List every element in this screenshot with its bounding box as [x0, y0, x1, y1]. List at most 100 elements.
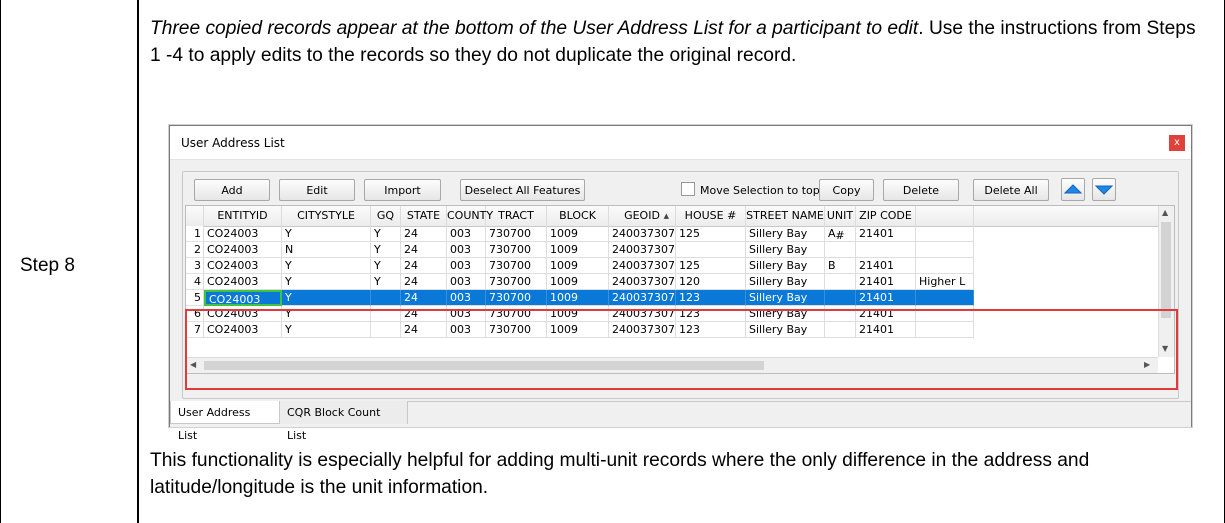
delete-button[interactable]: Delete — [883, 179, 959, 201]
table-cell[interactable]: 21401 — [856, 274, 916, 290]
column-header[interactable]: TRACT — [486, 206, 547, 226]
table-cell[interactable] — [676, 242, 746, 258]
table-cell[interactable]: 125 — [676, 226, 746, 242]
table-cell[interactable]: 730700 — [486, 258, 547, 274]
row-number[interactable]: 1 — [186, 226, 204, 242]
table-cell[interactable]: 730700 — [486, 242, 547, 258]
table-cell[interactable]: Y — [282, 290, 371, 306]
table-cell[interactable]: 24 — [401, 226, 447, 242]
move-down-button[interactable] — [1092, 178, 1116, 201]
row-number[interactable]: 3 — [186, 258, 204, 274]
table-cell[interactable]: CO24003 — [204, 290, 282, 306]
table-cell[interactable]: 240037307001009 — [609, 258, 676, 274]
table-cell[interactable]: 125 — [676, 258, 746, 274]
table-cell[interactable]: 003 — [447, 258, 486, 274]
table-cell[interactable]: 003 — [447, 290, 486, 306]
table-cell[interactable]: 730700 — [486, 274, 547, 290]
table-cell[interactable]: Higher L — [916, 274, 974, 290]
add-button[interactable]: Add — [194, 179, 270, 201]
table-cell[interactable]: 240037307001009 — [609, 274, 676, 290]
table-cell[interactable]: 123 — [676, 290, 746, 306]
column-header[interactable]: UNIT # — [825, 206, 856, 242]
table-cell[interactable] — [916, 242, 974, 258]
table-cell[interactable]: 1009 — [547, 226, 609, 242]
row-number[interactable]: 5 — [186, 290, 204, 306]
table-cell[interactable] — [916, 258, 974, 274]
table-cell[interactable]: 1009 — [547, 290, 609, 306]
column-header[interactable]: STREET NAME — [746, 206, 825, 226]
table-cell[interactable]: Sillery Bay — [746, 242, 825, 258]
column-header[interactable]: GEOID ▲ — [609, 206, 676, 226]
table-cell[interactable]: A — [825, 226, 856, 242]
table-cell[interactable]: Sillery Bay — [746, 274, 825, 290]
table-cell[interactable]: 1009 — [547, 242, 609, 258]
table-cell[interactable]: 24 — [401, 242, 447, 258]
table-cell[interactable]: 730700 — [486, 290, 547, 306]
scroll-up-icon[interactable]: ▲ — [1162, 208, 1168, 217]
table-cell[interactable]: 21401 — [856, 258, 916, 274]
column-header[interactable]: BLOCK — [547, 206, 609, 226]
table-cell[interactable]: 1009 — [547, 258, 609, 274]
table-cell[interactable]: Y — [282, 274, 371, 290]
table-cell[interactable]: 1009 — [547, 274, 609, 290]
edit-button[interactable]: Edit — [279, 179, 355, 201]
table-cell[interactable]: Y — [371, 258, 401, 274]
table-row[interactable]: 1CO24003YY240037307001009240037307001009… — [186, 226, 1158, 242]
table-cell[interactable]: 24 — [401, 274, 447, 290]
table-cell[interactable]: 240037307001009 — [609, 290, 676, 306]
table-cell[interactable]: CO24003 — [204, 274, 282, 290]
table-cell[interactable]: Y — [371, 226, 401, 242]
table-row[interactable]: 3CO24003YY240037307001009240037307001009… — [186, 258, 1158, 274]
table-cell[interactable]: 003 — [447, 226, 486, 242]
tab-user-address-list[interactable]: User Address List — [170, 401, 280, 442]
table-cell[interactable]: 003 — [447, 274, 486, 290]
copy-button[interactable]: Copy — [819, 179, 874, 201]
table-cell[interactable]: N — [282, 242, 371, 258]
table-cell[interactable]: Sillery Bay — [746, 226, 825, 242]
table-cell[interactable]: 003 — [447, 242, 486, 258]
table-cell[interactable] — [825, 274, 856, 290]
column-header[interactable]: COUNTY — [447, 206, 493, 226]
close-button[interactable]: x — [1169, 135, 1185, 151]
table-cell[interactable] — [825, 242, 856, 258]
deselect-all-features-button[interactable]: Deselect All Features — [460, 179, 585, 201]
table-cell[interactable]: Sillery Bay — [746, 290, 825, 306]
table-cell[interactable]: 24 — [401, 290, 447, 306]
column-header[interactable]: HOUSE # — [676, 206, 746, 226]
delete-all-button[interactable]: Delete All — [973, 179, 1049, 201]
import-button[interactable]: Import — [364, 179, 441, 201]
column-header[interactable]: GQ — [371, 206, 401, 226]
move-up-button[interactable] — [1061, 178, 1085, 201]
row-number[interactable]: 2 — [186, 242, 204, 258]
table-cell[interactable]: Y — [371, 242, 401, 258]
table-cell[interactable] — [856, 242, 916, 258]
table-cell[interactable]: Y — [371, 274, 401, 290]
column-header[interactable]: STATE — [401, 206, 447, 226]
row-number[interactable]: 4 — [186, 274, 204, 290]
table-cell[interactable]: 21401 — [856, 290, 916, 306]
table-cell[interactable] — [916, 226, 974, 242]
table-cell[interactable]: 120 — [676, 274, 746, 290]
checkbox-box[interactable] — [681, 182, 695, 196]
tab-cqr-block-count-list[interactable]: CQR Block Count List — [280, 401, 408, 442]
table-cell[interactable]: 24 — [401, 258, 447, 274]
table-row[interactable]: 4CO24003YY240037307001009240037307001009… — [186, 274, 1158, 290]
column-header[interactable]: CITYSTYLE — [282, 206, 371, 226]
table-cell[interactable]: CO24003 — [204, 258, 282, 274]
table-cell[interactable] — [825, 290, 856, 306]
table-row[interactable]: 2CO24003NY240037307001009240037307001009… — [186, 242, 1158, 258]
table-cell[interactable]: 240037307001009 — [609, 242, 676, 258]
table-cell[interactable]: 730700 — [486, 226, 547, 242]
table-cell[interactable]: 240037307001009 — [609, 226, 676, 242]
vertical-scroll-thumb[interactable] — [1161, 222, 1171, 318]
table-cell[interactable]: Y — [282, 226, 371, 242]
move-selection-to-top-checkbox[interactable]: Move Selection to top — [681, 182, 820, 197]
table-cell[interactable]: 21401 — [856, 226, 916, 242]
table-cell[interactable]: CO24003 — [204, 226, 282, 242]
table-cell[interactable]: B — [825, 258, 856, 274]
table-cell[interactable]: Y — [282, 258, 371, 274]
table-cell[interactable]: Sillery Bay — [746, 258, 825, 274]
table-row[interactable]: 5CO24003Y2400373070010092400373070010091… — [186, 290, 1158, 306]
column-header[interactable]: ZIP CODE — [856, 206, 916, 226]
table-cell[interactable] — [371, 290, 401, 306]
